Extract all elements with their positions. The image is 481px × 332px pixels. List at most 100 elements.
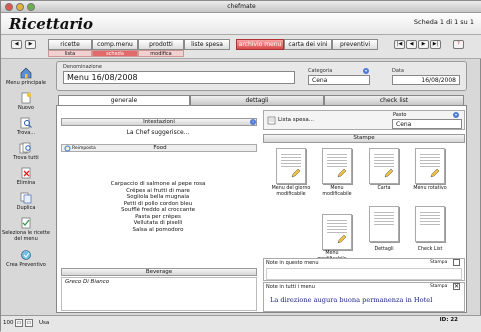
- pasto-field[interactable]: Cena: [392, 119, 462, 129]
- tab-archivio-menu[interactable]: archivio menu: [236, 39, 284, 50]
- intestazioni-info-icon[interactable]: i: [250, 119, 256, 125]
- app-header: Ricettario Scheda 1 di 1 su 1: [1, 13, 481, 35]
- tab-prodotti[interactable]: prodotti: [138, 39, 184, 50]
- stampa-label: Stampa: [430, 260, 448, 265]
- help-button[interactable]: ?: [453, 40, 464, 49]
- print-label: Menu del giorno modificabile: [271, 186, 311, 197]
- close-window-button[interactable]: [5, 3, 13, 11]
- tab-liste-spesa[interactable]: liste spesa: [184, 39, 230, 50]
- sidebar-item-duplica[interactable]: Duplica: [1, 192, 51, 211]
- duplicate-icon: [20, 192, 32, 204]
- pasto-label: Pasto: [393, 112, 407, 118]
- stampa-label: Stampa: [430, 284, 448, 289]
- cart-icon[interactable]: [267, 116, 276, 125]
- sidebar-item-crea-preventivo[interactable]: Crea Preventivo: [1, 249, 51, 268]
- select-recipes-icon: [21, 217, 31, 229]
- dish-item: Salsa al pomodoro: [132, 226, 184, 233]
- record-id: ID: 22: [439, 317, 458, 323]
- food-label: Food: [153, 145, 167, 151]
- quote-icon: [21, 250, 31, 260]
- beverage-header: Beverage: [61, 268, 257, 276]
- arrow-right-button[interactable]: ▶: [25, 40, 36, 49]
- generale-panel: Intestazioni i La Chef suggerisce... Rei…: [56, 105, 467, 313]
- find-all-icon: [19, 142, 31, 154]
- subtab-modifica[interactable]: modifica: [138, 50, 184, 57]
- find-icon: [20, 117, 32, 129]
- home-icon: [20, 67, 32, 79]
- food-header: Reimposta Food: [61, 144, 257, 152]
- tab-comp-menu[interactable]: comp.menu: [92, 39, 138, 50]
- new-icon: [21, 92, 32, 104]
- last-record-button[interactable]: ▶|: [430, 40, 441, 49]
- print-menu-rotativo-thumbnail[interactable]: [415, 148, 445, 184]
- minimize-window-button[interactable]: [16, 3, 24, 11]
- print-menu-modificabile-2-thumbnail[interactable]: [322, 214, 352, 250]
- tab-ricette[interactable]: ricette: [48, 39, 92, 50]
- intestazioni-header: Intestazioni: [61, 118, 257, 126]
- record-header-box: Denominazione Menu 16/08/2008 Categoria …: [56, 61, 467, 91]
- sidebar-item-trova[interactable]: Trova...: [1, 117, 51, 136]
- next-record-button[interactable]: ▶: [418, 40, 429, 49]
- delete-icon: [21, 167, 31, 179]
- note-all-field[interactable]: La direzione augura buona permanenza in …: [266, 293, 462, 308]
- zoom-out-button[interactable]: ▭: [15, 319, 23, 327]
- note-menu-label: Note in questo menu: [266, 260, 319, 266]
- record-counter: Scheda 1 di 1 su 1: [413, 18, 474, 26]
- categoria-field[interactable]: Cena: [308, 75, 370, 85]
- lista-spesa-box: Lista spesa... Pasto ▾ Cena: [263, 110, 465, 130]
- sidebar: Menu principale Nuovo Trova... Trova tut…: [1, 59, 51, 314]
- print-check-list-thumbnail[interactable]: [415, 206, 445, 242]
- print-label: Dettagli: [374, 247, 394, 252]
- zoom-level[interactable]: 100: [3, 320, 14, 326]
- window-titlebar: chefmate: [1, 1, 481, 13]
- categoria-picker-icon[interactable]: ▾: [363, 68, 369, 74]
- print-dettagli-thumbnail[interactable]: [369, 206, 399, 242]
- stampe-header: Stampe: [263, 134, 465, 143]
- note-menu-box: Note in questo menu Stampa: [263, 258, 465, 281]
- pencil-icon: [430, 168, 440, 178]
- print-label: Check List: [417, 247, 443, 252]
- print-label: Menu rotativo: [413, 186, 447, 191]
- print-label: Carta: [377, 186, 391, 191]
- print-label: Menu modificabile: [322, 186, 352, 197]
- pasto-picker-icon[interactable]: ▾: [453, 112, 459, 118]
- note-all-label: Note in tutti i menu: [266, 284, 315, 290]
- mode-indicator[interactable]: Usa: [39, 320, 49, 326]
- beverage-field[interactable]: Greco Di Bianco: [61, 277, 257, 311]
- data-field[interactable]: 16/08/2008: [392, 75, 460, 85]
- navigation-bar: ◀ ▶ ricette comp.menu prodotti liste spe…: [1, 35, 481, 59]
- tab-carta-dei-vini[interactable]: carta dei vini: [284, 39, 332, 50]
- denominazione-field[interactable]: Menu 16/08/2008: [63, 71, 295, 84]
- lista-spesa-button[interactable]: Lista spesa...: [278, 117, 314, 123]
- previous-record-button[interactable]: ◀: [406, 40, 417, 49]
- stampa-note-all-checkbox[interactable]: ✕: [453, 283, 460, 290]
- categoria-label: Categoria: [308, 68, 333, 74]
- data-label: Data: [392, 68, 404, 74]
- subtab-scheda[interactable]: scheda: [92, 50, 138, 57]
- subtab-lista[interactable]: lista: [48, 50, 92, 57]
- stampa-note-menu-checkbox[interactable]: [453, 259, 460, 266]
- print-carta-thumbnail[interactable]: [369, 148, 399, 184]
- sidebar-item-menu-principale[interactable]: Menu principale: [1, 67, 51, 86]
- sidebar-item-elimina[interactable]: Elimina: [1, 167, 51, 186]
- print-menu-giorno-thumbnail[interactable]: [276, 148, 306, 184]
- note-menu-field[interactable]: [266, 268, 462, 280]
- window-controls: [5, 3, 35, 11]
- zoom-window-button[interactable]: [27, 3, 35, 11]
- sidebar-item-nuovo[interactable]: Nuovo: [1, 92, 51, 111]
- print-menu-modificabile-thumbnail[interactable]: [322, 148, 352, 184]
- arrow-left-button[interactable]: ◀: [11, 40, 22, 49]
- pencil-icon: [384, 168, 394, 178]
- dish-list[interactable]: Carpaccio di salmone al pepe rosa Crêpes…: [63, 181, 253, 233]
- first-record-button[interactable]: |◀: [394, 40, 405, 49]
- chef-suggestion-line: La Chef suggerisce...: [126, 129, 190, 136]
- sidebar-item-trova-tutti[interactable]: Trova tutti: [1, 142, 51, 161]
- denominazione-label: Denominazione: [63, 64, 102, 70]
- app-title: Ricettario: [9, 15, 94, 33]
- sidebar-item-seleziona-ricette[interactable]: Seleziona le ricette del menu: [1, 217, 51, 242]
- main-content: Denominazione Menu 16/08/2008 Categoria …: [56, 61, 467, 313]
- note-all-box: Note in tutti i menu Stampa ✕ La direzio…: [263, 282, 465, 312]
- zoom-in-button[interactable]: ▭: [25, 319, 33, 327]
- tab-preventivi[interactable]: preventivi: [332, 39, 378, 50]
- pencil-icon: [337, 234, 347, 244]
